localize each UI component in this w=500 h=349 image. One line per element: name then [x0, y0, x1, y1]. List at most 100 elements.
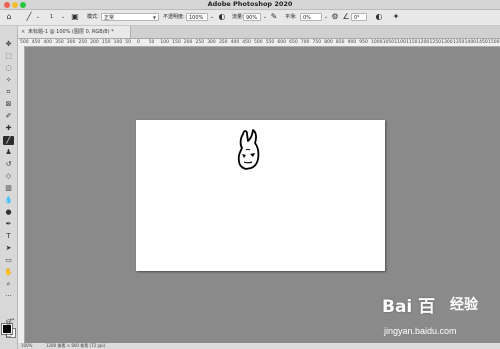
pen-tool-icon[interactable]: ✒	[3, 220, 14, 229]
brush-tool-icon[interactable]: ╱	[3, 136, 14, 145]
brush-panel-icon[interactable]: ▣	[70, 12, 80, 22]
ruler-tick-label: 150	[101, 40, 111, 45]
chevron-down-icon[interactable]: ⌄	[33, 12, 43, 22]
settings-gear-icon[interactable]: ⚙	[330, 12, 340, 22]
flow-input[interactable]: 90%	[243, 12, 261, 21]
ruler-tick-label: 250	[195, 40, 205, 45]
mode-select-value: 正常	[104, 14, 115, 21]
watermark-logo: Bai 百	[382, 297, 436, 317]
chevron-down-icon[interactable]: ⌄	[58, 12, 68, 22]
close-tab-icon[interactable]: ×	[21, 26, 25, 38]
smoothing-value: 0%	[303, 14, 311, 21]
ruler-tick-label: 300	[207, 40, 216, 45]
document-tab-bar: × 未标题-1 @ 100% (图层 0, RGB/8) *	[18, 26, 500, 39]
chevron-down-icon: ▼	[152, 14, 156, 20]
mewtwo-line-drawing	[237, 129, 260, 170]
eyedropper-tool-icon[interactable]: ✐	[3, 112, 14, 121]
document-canvas[interactable]	[136, 120, 385, 271]
ruler-tick-label: 450	[31, 40, 41, 45]
ruler-tick-label: 300	[66, 40, 76, 45]
gradient-tool-icon[interactable]: ▥	[3, 184, 14, 193]
mode-select[interactable]: 正常 ▼	[101, 12, 159, 21]
rectangle-tool-icon[interactable]: ▭	[3, 256, 14, 265]
eraser-tool-icon[interactable]: ◇	[3, 172, 14, 181]
tools-panel: ✥ ⬚ ◌ ✧ ⌗ ⊠ ✐ ✚ ╱ ♟ ↺ ◇ ▥ 💧 ● ✒ T ➤ ▭ ✋ …	[0, 26, 18, 349]
ruler-tick-label: 400	[43, 40, 52, 45]
horizontal-ruler: 500 450 400 350 300 250 200 150 100 50 0 50 100 150 20…	[18, 39, 500, 47]
ruler-tick-label: 700	[300, 40, 310, 45]
smoothing-label: 平滑:	[285, 14, 297, 20]
quick-select-tool-icon[interactable]: ✧	[3, 76, 14, 85]
healing-brush-tool-icon[interactable]: ✚	[3, 124, 14, 133]
flow-value: 90%	[246, 14, 258, 21]
type-tool-icon[interactable]: T	[3, 232, 14, 241]
path-select-tool-icon[interactable]: ➤	[3, 244, 14, 253]
ruler-tick-label: 200	[90, 40, 99, 45]
ruler-tick-label: 750	[312, 40, 322, 45]
ruler-tick-label: 350	[55, 40, 64, 45]
ruler-tick-label: 150	[172, 40, 181, 45]
ruler-tick-label: 350	[218, 40, 228, 45]
ruler-tick-label: 250	[78, 40, 88, 45]
mode-label: 模式:	[87, 14, 99, 20]
ruler-tick-label: 600	[277, 40, 286, 45]
ruler-tick-label: 500	[254, 40, 263, 45]
lasso-tool-icon[interactable]: ◌	[3, 64, 14, 73]
clone-stamp-tool-icon[interactable]: ♟	[3, 148, 14, 157]
ruler-tick-label: 0	[137, 40, 140, 45]
hand-tool-icon[interactable]: ✋	[3, 268, 14, 277]
ruler-tick-label: 400	[230, 40, 240, 45]
watermark-url: jingyan.baidu.com	[384, 326, 457, 336]
chevron-down-icon[interactable]: ⌄	[207, 12, 217, 22]
ruler-tick-label: 1350	[452, 40, 465, 45]
quick-mask-icon[interactable]: ◎	[3, 318, 14, 327]
ruler-tick-label: 450	[242, 40, 251, 45]
history-brush-tool-icon[interactable]: ↺	[3, 160, 14, 169]
document-tab-title: 未标题-1 @ 100% (图层 0, RGB/8) *	[28, 29, 114, 35]
angle-icon[interactable]: ∠	[341, 12, 351, 22]
ruler-tick-label: 950	[359, 40, 368, 45]
angle-value: 0°	[354, 14, 360, 21]
screen-mode-icon[interactable]: ▢	[3, 330, 14, 339]
baidu-jingyan-watermark: Bai 百 经验 jingyan.baidu.com	[380, 290, 498, 346]
ruler-tick-label: 1200	[417, 40, 430, 45]
frame-tool-icon[interactable]: ⊠	[3, 100, 14, 109]
home-icon[interactable]: ⌂	[4, 12, 14, 22]
airbrush-icon[interactable]: ✎	[269, 12, 279, 22]
ruler-tick-label: 200	[183, 40, 193, 45]
ruler-tick-label: 1150	[406, 40, 418, 45]
brush-size-value[interactable]: 1	[50, 12, 53, 22]
ruler-tick-label: 1100	[394, 40, 406, 45]
zoom-level[interactable]: 100%	[21, 343, 32, 349]
ruler-tick-label: 1050	[382, 40, 395, 45]
angle-input[interactable]: 0°	[351, 12, 367, 21]
ruler-tick-label: 1450	[476, 40, 488, 45]
blur-tool-icon[interactable]: 💧	[3, 196, 14, 205]
ruler-tick-label: 1300	[441, 40, 453, 45]
document-tab[interactable]: × 未标题-1 @ 100% (图层 0, RGB/8) *	[18, 26, 131, 38]
dodge-tool-icon[interactable]: ●	[3, 208, 14, 217]
ruler-tick-label: 850	[335, 40, 345, 45]
pressure-opacity-icon[interactable]: ◐	[217, 12, 227, 22]
crop-tool-icon[interactable]: ⌗	[3, 88, 14, 97]
opacity-label: 不透明度:	[163, 14, 185, 20]
ruler-tick-label: 650	[289, 40, 298, 45]
ruler-tick-label: 100	[113, 40, 123, 45]
ruler-tick-label: 1400	[464, 40, 477, 45]
ruler-tick-label: 1500	[488, 40, 500, 45]
ruler-tick-label: 500	[20, 40, 29, 45]
zoom-tool-icon[interactable]: ⌕	[3, 280, 14, 289]
marquee-tool-icon[interactable]: ⬚	[3, 52, 14, 61]
symmetry-icon[interactable]: ✦	[391, 12, 401, 22]
pressure-size-icon[interactable]: ◐	[374, 12, 384, 22]
ruler-tick-label: 50	[125, 40, 132, 45]
ruler-tick-label: 800	[324, 40, 333, 45]
smoothing-input[interactable]: 0%	[300, 12, 322, 21]
move-tool-icon[interactable]: ✥	[3, 40, 14, 49]
more-tools-icon[interactable]: ···	[3, 292, 14, 301]
ruler-tick-label: 900	[347, 40, 357, 45]
options-bar: ⌂ ╱ ⌄ 1 ⌄ ▣ 模式: 正常 ▼ 不透明度: 100% ⌄ ◐ 流量: …	[0, 10, 500, 26]
app-title: Adobe Photoshop 2020	[207, 0, 293, 8]
opacity-input[interactable]: 100%	[186, 12, 208, 21]
ruler-tick-label: 50	[148, 40, 155, 45]
